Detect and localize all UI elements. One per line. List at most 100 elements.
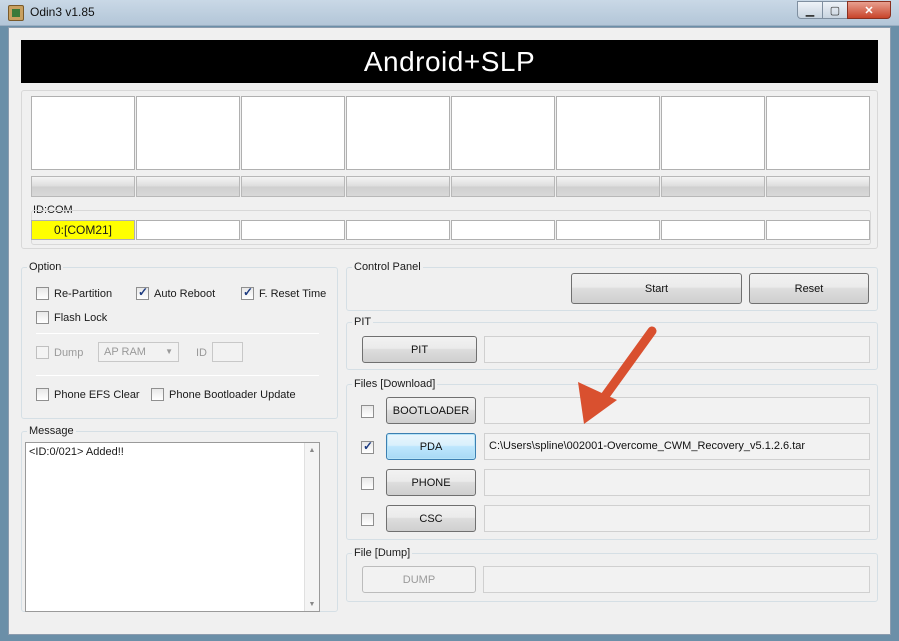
pit-path-field[interactable] (484, 336, 870, 363)
maximize-icon: ▢ (829, 4, 841, 17)
flash-lock-checkbox[interactable]: Flash Lock (36, 311, 107, 324)
f-reset-time-checkbox[interactable]: F. Reset Time (241, 285, 327, 300)
port-slot (31, 96, 135, 170)
csc-path-field[interactable] (484, 505, 870, 532)
reset-button[interactable]: Reset (749, 273, 869, 304)
port-slot (136, 96, 240, 170)
port-slot (766, 96, 870, 170)
dump-source-value: AP RAM (104, 346, 146, 358)
bootloader-path-field[interactable] (484, 397, 870, 424)
chevron-down-icon: ▼ (165, 347, 173, 356)
files-download-group: Files [Download] BOOTLOADER PDA C:\Users… (346, 378, 878, 540)
window-title: Odin3 v1.85 (30, 5, 95, 19)
main-window: Android+SLP ID:COM 0:[COM21] Option Re-P… (8, 27, 891, 635)
message-scrollbar[interactable]: ▲ ▼ (304, 443, 319, 611)
option-divider (36, 375, 319, 376)
bootloader-checkbox[interactable] (361, 405, 379, 418)
maximize-button[interactable]: ▢ (822, 1, 848, 19)
port-slot (556, 96, 660, 170)
com-port-box (451, 220, 555, 240)
checkbox-box (151, 388, 164, 401)
message-group: Message <ID:0/021> Added!! ▲ ▼ (21, 425, 338, 612)
dump-source-select[interactable]: AP RAM ▼ (98, 342, 179, 362)
com-port-box (661, 220, 765, 240)
option-divider (36, 333, 319, 334)
com-port-box (241, 220, 345, 240)
progress-bar (661, 176, 765, 197)
dump-path-field[interactable] (483, 566, 870, 593)
pda-path-field[interactable]: C:\Users\spline\002001-Overcome_CWM_Reco… (484, 433, 870, 460)
com-port-box (136, 220, 240, 240)
dump-label: Dump (54, 346, 84, 359)
control-panel-legend: Control Panel (352, 261, 423, 273)
checkbox-box (36, 388, 49, 401)
com-port-box: 0:[COM21] (31, 220, 135, 240)
pda-checkbox[interactable] (361, 439, 379, 454)
progress-bar (346, 176, 450, 197)
phone-efs-clear-checkbox[interactable]: Phone EFS Clear (36, 388, 140, 401)
mode-banner: Android+SLP (21, 40, 878, 83)
pit-group: PIT PIT (346, 316, 878, 370)
dump-button[interactable]: DUMP (362, 566, 476, 593)
flash-lock-label: Flash Lock (54, 311, 108, 324)
close-button[interactable]: ✕ (847, 1, 891, 19)
checkbox-box (361, 513, 374, 526)
minimize-icon: ▁ (805, 4, 815, 17)
re-partition-label: Re-Partition (54, 287, 113, 300)
com-port-box (346, 220, 450, 240)
files-download-legend: Files [Download] (352, 378, 438, 390)
csc-checkbox[interactable] (361, 513, 379, 526)
app-icon (8, 5, 24, 21)
checkbox-box (241, 285, 254, 300)
com-port-box (766, 220, 870, 240)
progress-bar (556, 176, 660, 197)
control-panel-group: Control Panel Start Reset (346, 261, 878, 311)
file-dump-group: File [Dump] DUMP (346, 547, 878, 602)
minimize-button[interactable]: ▁ (797, 1, 823, 19)
window-controls: ▁ ▢ ✕ (797, 1, 891, 19)
progress-bar (136, 176, 240, 197)
phone-button[interactable]: PHONE (386, 469, 476, 496)
auto-reboot-checkbox[interactable]: Auto Reboot (136, 285, 216, 300)
pit-button[interactable]: PIT (362, 336, 477, 363)
phone-bootloader-update-checkbox[interactable]: Phone Bootloader Update (151, 388, 296, 401)
csc-button[interactable]: CSC (386, 505, 476, 532)
phone-checkbox[interactable] (361, 477, 379, 490)
pda-button[interactable]: PDA (386, 433, 476, 460)
com-port-box (556, 220, 660, 240)
option-legend: Option (27, 261, 64, 273)
port-slot (241, 96, 345, 170)
progress-bar (451, 176, 555, 197)
checkbox-box (361, 477, 374, 490)
dump-checkbox[interactable]: Dump (36, 346, 83, 359)
title-bar: Odin3 v1.85 ▁ ▢ ✕ (0, 0, 899, 26)
close-icon: ✕ (864, 4, 874, 17)
scroll-down-icon[interactable]: ▼ (305, 597, 319, 611)
port-slot (661, 96, 765, 170)
message-text: <ID:0/021> Added!! (29, 446, 124, 458)
port-slot (451, 96, 555, 170)
port-slot (346, 96, 450, 170)
checkbox-box (361, 439, 374, 454)
phone-bootloader-update-label: Phone Bootloader Update (169, 388, 296, 401)
progress-bar (766, 176, 870, 197)
re-partition-checkbox[interactable]: Re-Partition (36, 287, 112, 300)
auto-reboot-label: Auto Reboot (154, 287, 216, 300)
progress-bar (31, 176, 135, 197)
phone-path-field[interactable] (484, 469, 870, 496)
checkbox-box (36, 287, 49, 300)
message-log[interactable]: <ID:0/021> Added!! ▲ ▼ (25, 442, 320, 612)
idcom-row: 0:[COM21] (31, 210, 871, 245)
port-slots-panel: ID:COM 0:[COM21] (21, 90, 878, 249)
start-button[interactable]: Start (571, 273, 742, 304)
dump-id-input[interactable] (212, 342, 243, 362)
bootloader-button[interactable]: BOOTLOADER (386, 397, 476, 424)
pit-legend: PIT (352, 316, 374, 328)
dump-id-label: ID (196, 347, 207, 359)
f-reset-time-label: F. Reset Time (259, 287, 327, 300)
scroll-up-icon[interactable]: ▲ (305, 443, 319, 457)
progress-bar (241, 176, 345, 197)
checkbox-box (36, 311, 49, 324)
checkbox-box (36, 346, 49, 359)
option-group: Option Re-Partition Auto Reboot F. Reset… (21, 261, 338, 419)
